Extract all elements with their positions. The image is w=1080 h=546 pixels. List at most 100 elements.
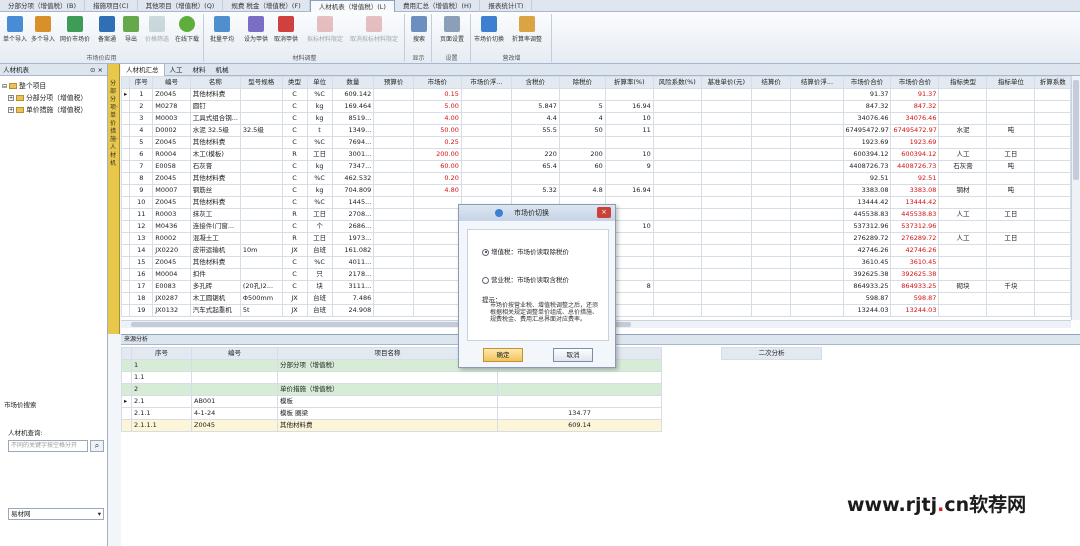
- table-cell[interactable]: 个: [306, 220, 333, 233]
- table-cell[interactable]: [790, 292, 844, 305]
- table-cell[interactable]: [938, 100, 988, 113]
- table-cell[interactable]: [373, 112, 414, 125]
- table-cell[interactable]: 5.32: [510, 184, 560, 197]
- source-cell[interactable]: Z0045: [191, 419, 278, 432]
- source-cell[interactable]: 其他材料费: [277, 419, 498, 432]
- table-cell[interactable]: 其他材料费: [189, 136, 241, 149]
- table-cell[interactable]: [700, 100, 752, 113]
- table-cell[interactable]: [790, 160, 844, 173]
- table-cell[interactable]: 18: [129, 292, 154, 305]
- table-cell[interactable]: [652, 112, 702, 125]
- table-cell[interactable]: 千块: [986, 280, 1036, 293]
- source-cell[interactable]: [497, 395, 662, 408]
- table-cell[interactable]: 704.809: [331, 184, 375, 197]
- table-cell[interactable]: 445538.83: [842, 208, 892, 221]
- table-cell[interactable]: [750, 124, 792, 137]
- table-cell[interactable]: JX0287: [152, 292, 191, 305]
- table-cell[interactable]: [460, 172, 512, 185]
- table-cell[interactable]: [373, 208, 414, 221]
- table-cell[interactable]: 847.32: [842, 100, 892, 113]
- table-cell[interactable]: [1034, 244, 1071, 257]
- table-cell[interactable]: [373, 292, 414, 305]
- table-cell[interactable]: [1034, 148, 1071, 161]
- table-cell[interactable]: [652, 196, 702, 209]
- source-cell[interactable]: 609.14: [497, 419, 662, 432]
- table-cell[interactable]: 276289.72: [842, 232, 892, 245]
- table-cell[interactable]: [373, 124, 414, 137]
- table-cell[interactable]: M0278: [152, 100, 191, 113]
- col-header[interactable]: 折算率(%): [604, 76, 654, 89]
- table-cell[interactable]: [938, 196, 988, 209]
- table-cell[interactable]: Φ500mm: [239, 292, 283, 305]
- table-cell[interactable]: 42746.26: [842, 244, 892, 257]
- table-cell[interactable]: Z0045: [152, 256, 191, 269]
- table-cell[interactable]: [373, 148, 414, 161]
- table-cell[interactable]: 砌块: [938, 280, 988, 293]
- table-cell[interactable]: (20孔)2...: [239, 280, 283, 293]
- source-cell[interactable]: 2.1.1: [131, 407, 192, 420]
- source-cell[interactable]: 134.77: [497, 407, 662, 420]
- table-cell[interactable]: [790, 88, 844, 101]
- table-cell[interactable]: [938, 88, 988, 101]
- table-cell[interactable]: C: [281, 112, 308, 125]
- table-row[interactable]: 3 M0003 工具式组合钢... Ckg 8519... 4.00 4.4 4 10 34076…: [120, 112, 1071, 125]
- source-cell[interactable]: 1: [131, 359, 192, 372]
- ok-button[interactable]: 确定: [483, 348, 523, 362]
- table-cell[interactable]: [604, 172, 654, 185]
- source-cell[interactable]: 模板: [277, 395, 498, 408]
- table-cell[interactable]: 5.00: [412, 100, 462, 113]
- table-cell[interactable]: [460, 184, 512, 197]
- table-cell[interactable]: 50: [558, 124, 606, 137]
- table-cell[interactable]: 392625.38: [890, 268, 940, 281]
- table-cell[interactable]: 工具式组合钢...: [189, 112, 241, 125]
- table-cell[interactable]: M0003: [152, 112, 191, 125]
- table-cell[interactable]: [1034, 160, 1071, 173]
- table-cell[interactable]: [652, 172, 702, 185]
- tab-csxm[interactable]: 措施项目(C): [85, 0, 138, 12]
- table-cell[interactable]: [558, 172, 606, 185]
- table-row[interactable]: 4 D0002 水泥 32.5级 32.5级 Ct 1349... 50.00 55.5 50 1…: [120, 124, 1071, 137]
- table-cell[interactable]: kg: [306, 112, 333, 125]
- table-row[interactable]: 8 Z0045 其他材料费 C %C 462.532 0.20 92.51 92.51: [120, 172, 1071, 185]
- table-cell[interactable]: [750, 100, 792, 113]
- table-cell[interactable]: [373, 232, 414, 245]
- col-header[interactable]: 单位: [306, 76, 333, 89]
- table-cell[interactable]: [938, 112, 988, 125]
- vertical-scrollbar[interactable]: [1071, 76, 1080, 320]
- table-cell[interactable]: [938, 268, 988, 281]
- table-cell[interactable]: [986, 172, 1036, 185]
- col-header[interactable]: 市场价: [412, 76, 462, 89]
- table-cell[interactable]: 只: [306, 268, 333, 281]
- table-cell[interactable]: [652, 292, 702, 305]
- table-cell[interactable]: 67495472.97: [842, 124, 892, 137]
- table-cell[interactable]: 220: [510, 148, 560, 161]
- table-cell[interactable]: [239, 136, 283, 149]
- table-cell[interactable]: C: [281, 100, 308, 113]
- table-cell[interactable]: [750, 196, 792, 209]
- table-cell[interactable]: 2: [129, 100, 154, 113]
- table-cell[interactable]: 91.37: [890, 88, 940, 101]
- table-cell[interactable]: 8519...: [331, 112, 375, 125]
- table-cell[interactable]: 石灰膏: [938, 160, 988, 173]
- table-cell[interactable]: [652, 304, 702, 317]
- table-cell[interactable]: [700, 232, 752, 245]
- table-cell[interactable]: [652, 136, 702, 149]
- source-cell[interactable]: 4-1-24: [191, 407, 278, 420]
- tree-node-root[interactable]: ⊟ 整个项目: [2, 80, 105, 92]
- table-cell[interactable]: 14: [129, 244, 154, 257]
- col-header[interactable]: 含税价: [510, 76, 560, 89]
- table-cell[interactable]: [373, 244, 414, 257]
- table-cell[interactable]: 13444.42: [842, 196, 892, 209]
- table-cell[interactable]: 10: [129, 196, 154, 209]
- table-cell[interactable]: [604, 136, 654, 149]
- col-header[interactable]: 数量: [331, 76, 375, 89]
- table-cell[interactable]: 537312.96: [842, 220, 892, 233]
- table-cell[interactable]: 5: [558, 100, 606, 113]
- table-cell[interactable]: 扣件: [189, 268, 241, 281]
- table-cell[interactable]: [750, 160, 792, 173]
- table-cell[interactable]: 混凝土工: [189, 232, 241, 245]
- table-cell[interactable]: 7694...: [331, 136, 375, 149]
- table-cell[interactable]: C: [281, 256, 308, 269]
- source-cell[interactable]: [191, 359, 278, 372]
- subtab-summary[interactable]: 人材机汇总: [121, 64, 165, 76]
